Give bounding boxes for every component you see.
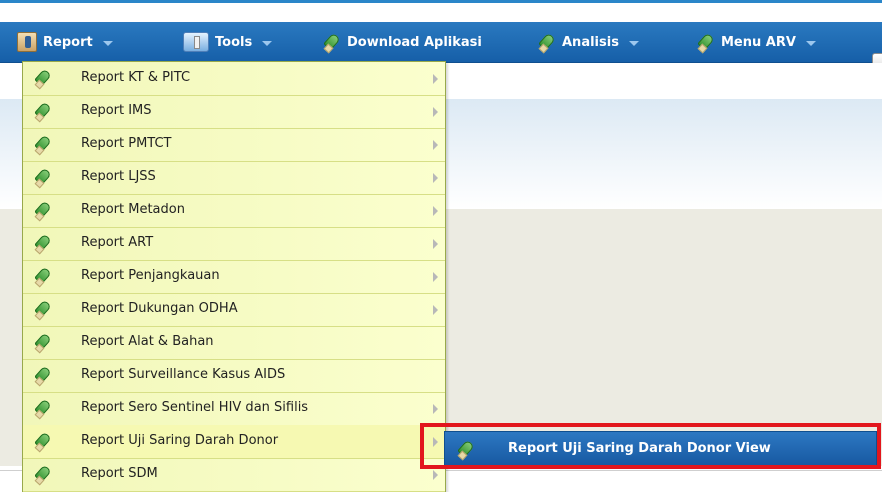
report-menu-item-metadon[interactable]: Report Metadon bbox=[23, 194, 445, 228]
app-page: Report Tools Download Aplikasi Analisis … bbox=[0, 0, 882, 492]
report-menu-item-label: Report IMS bbox=[81, 103, 152, 118]
report-menu-item-surveillance-aids[interactable]: Report Surveillance Kasus AIDS bbox=[23, 359, 445, 393]
menu-download-aplikasi-label: Download Aplikasi bbox=[347, 34, 482, 50]
chevron-right-icon bbox=[433, 239, 438, 249]
menu-download-aplikasi[interactable]: Download Aplikasi bbox=[323, 22, 482, 62]
pencil-icon bbox=[34, 432, 52, 450]
chevron-right-icon bbox=[433, 206, 438, 216]
pencil-icon bbox=[697, 33, 715, 51]
tools-icon bbox=[183, 32, 209, 52]
report-dropdown-menu: Report KT & PITC Report IMS Report PMTCT… bbox=[22, 61, 446, 492]
chevron-down-icon bbox=[628, 41, 639, 46]
report-menu-item-label: Report Alat & Bahan bbox=[81, 334, 214, 349]
pencil-icon bbox=[34, 399, 52, 417]
report-menu-item-label: Report Uji Saring Darah Donor bbox=[81, 433, 279, 448]
report-menu-item-label: Report Penjangkauan bbox=[81, 268, 220, 283]
report-menu-item-label: Report Dukungan ODHA bbox=[81, 301, 238, 316]
pencil-icon bbox=[34, 465, 52, 483]
chevron-right-icon bbox=[433, 305, 438, 315]
chevron-down-icon bbox=[805, 41, 816, 46]
pencil-icon bbox=[34, 300, 52, 318]
chevron-down-icon bbox=[262, 41, 273, 46]
menu-report-label: Report bbox=[43, 34, 93, 50]
report-menu-item-label: Report Sero Sentinel HIV dan Sifilis bbox=[81, 400, 309, 415]
report-menu-item-uji-saring-darah-donor[interactable]: Report Uji Saring Darah Donor bbox=[23, 425, 445, 459]
report-menu-item-kt-pitc[interactable]: Report KT & PITC bbox=[23, 62, 445, 96]
pencil-icon bbox=[34, 168, 52, 186]
report-menu-item-ljss[interactable]: Report LJSS bbox=[23, 161, 445, 195]
report-menu-item-ims[interactable]: Report IMS bbox=[23, 95, 445, 129]
uji-saring-darah-donor-view-item[interactable]: Report Uji Saring Darah Donor View bbox=[444, 431, 877, 468]
pencil-icon bbox=[34, 135, 52, 153]
report-menu-item-label: Report LJSS bbox=[81, 169, 156, 184]
pencil-icon bbox=[34, 234, 52, 252]
top-strip bbox=[0, 0, 882, 22]
chevron-right-icon bbox=[433, 74, 438, 84]
report-menu-item-sero-sentinel[interactable]: Report Sero Sentinel HIV dan Sifilis bbox=[23, 392, 445, 426]
pencil-icon bbox=[34, 102, 52, 120]
top-accent-line bbox=[0, 0, 882, 3]
report-menu-item-art[interactable]: Report ART bbox=[23, 227, 445, 261]
submenu-item-label: Report Uji Saring Darah Donor View bbox=[508, 441, 771, 456]
menu-report[interactable]: Report bbox=[17, 22, 113, 62]
report-menu-item-dukungan-odha[interactable]: Report Dukungan ODHA bbox=[23, 293, 445, 327]
pencil-icon bbox=[538, 33, 556, 51]
chevron-right-icon bbox=[433, 140, 438, 150]
pencil-icon bbox=[34, 201, 52, 219]
pencil-icon bbox=[457, 440, 475, 458]
report-menu-item-label: Report KT & PITC bbox=[81, 70, 191, 85]
pencil-icon bbox=[34, 366, 52, 384]
menu-analisis[interactable]: Analisis bbox=[538, 22, 639, 62]
report-menu-item-label: Report ART bbox=[81, 235, 154, 250]
chevron-right-icon bbox=[433, 272, 438, 282]
report-menu-item-label: Report PMTCT bbox=[81, 136, 172, 151]
chevron-down-icon bbox=[102, 41, 113, 46]
menu-tools[interactable]: Tools bbox=[183, 22, 273, 62]
chevron-right-icon bbox=[433, 437, 438, 447]
menu-analisis-label: Analisis bbox=[562, 34, 619, 50]
chevron-right-icon bbox=[433, 470, 438, 480]
main-menubar: Report Tools Download Aplikasi Analisis … bbox=[0, 22, 882, 77]
report-icon bbox=[17, 32, 37, 52]
report-menu-item-pmtct[interactable]: Report PMTCT bbox=[23, 128, 445, 162]
pencil-icon bbox=[34, 333, 52, 351]
report-menu-item-label: Report Surveillance Kasus AIDS bbox=[81, 367, 286, 382]
pencil-icon bbox=[34, 267, 52, 285]
report-menu-item-label: Report SDM bbox=[81, 466, 158, 481]
chevron-right-icon bbox=[433, 173, 438, 183]
menu-arv-label: Menu ARV bbox=[721, 34, 796, 50]
report-menu-item-alat-bahan[interactable]: Report Alat & Bahan bbox=[23, 326, 445, 360]
report-menu-item-sdm[interactable]: Report SDM bbox=[23, 458, 445, 492]
menu-arv[interactable]: Menu ARV bbox=[697, 22, 816, 62]
menu-tools-label: Tools bbox=[215, 34, 253, 50]
chevron-right-icon bbox=[433, 107, 438, 117]
report-menu-item-label: Report Metadon bbox=[81, 202, 185, 217]
report-menu-item-penjangkauan[interactable]: Report Penjangkauan bbox=[23, 260, 445, 294]
pencil-icon bbox=[323, 33, 341, 51]
chevron-right-icon bbox=[433, 404, 438, 414]
pencil-icon bbox=[34, 69, 52, 87]
